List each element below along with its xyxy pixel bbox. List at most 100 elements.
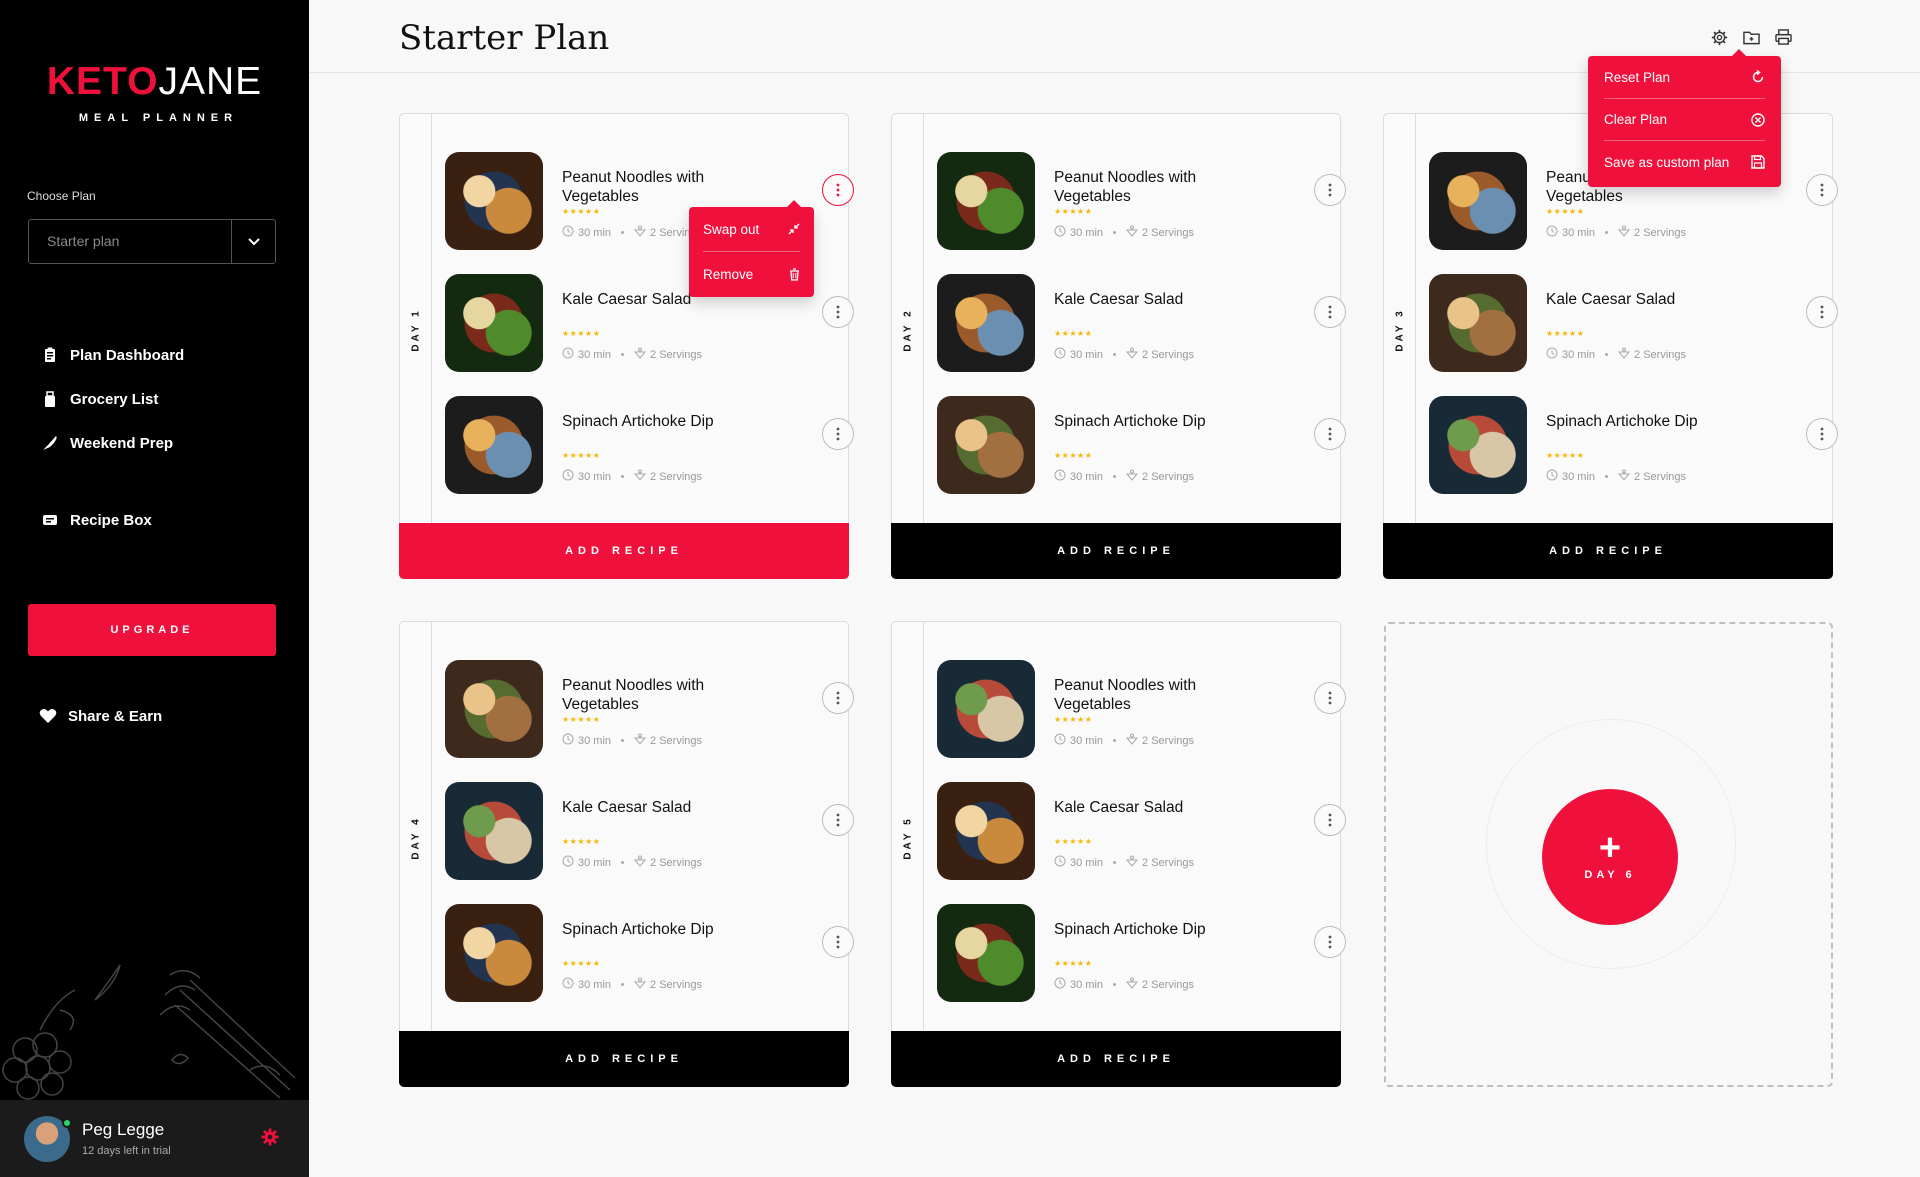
add-recipe-button[interactable]: ADD RECIPE	[399, 1031, 849, 1087]
recipe-options-button[interactable]	[1314, 682, 1346, 714]
sidebar-item-label: Plan Dashboard	[70, 346, 185, 364]
recipe-row[interactable]: Spinach Artichoke Dip ★★★★★ 30 min 2 Servin…	[937, 904, 1346, 1004]
servings: 2 Servings	[1142, 978, 1195, 991]
recipe-row[interactable]: Kale Caesar Salad ★★★★★ 30 min 2 Servings	[445, 782, 854, 882]
recipe-photo[interactable]	[937, 782, 1035, 880]
print-icon[interactable]	[1774, 28, 1792, 46]
recipe-options-button[interactable]	[1314, 418, 1346, 450]
cook-time: 30 min	[1070, 348, 1104, 361]
day-label-strip: DAY 5	[892, 622, 924, 1031]
recipe-row[interactable]: Kale Caesar Salad ★★★★★ 30 min 2 Servings	[937, 782, 1346, 882]
recipe-options-button[interactable]	[822, 682, 854, 714]
recipe-title[interactable]: Spinach Artichoke Dip	[562, 920, 732, 939]
recipe-photo[interactable]	[445, 274, 543, 372]
add-recipe-button[interactable]: ADD RECIPE	[1383, 523, 1833, 579]
add-day-button[interactable]: + DAY 6	[1542, 789, 1678, 925]
recipe-options-button[interactable]	[1314, 926, 1346, 958]
recipe-photo[interactable]	[445, 152, 543, 250]
servings-icon	[1125, 977, 1139, 992]
recipe-photo[interactable]	[937, 904, 1035, 1002]
recipe-photo[interactable]	[937, 152, 1035, 250]
add-folder-icon[interactable]	[1742, 28, 1760, 46]
plan-select[interactable]: Starter plan	[28, 219, 276, 264]
add-recipe-button[interactable]: ADD RECIPE	[891, 1031, 1341, 1087]
cook-time: 30 min	[1070, 470, 1104, 483]
recipe-options-button[interactable]	[822, 296, 854, 328]
rating-stars: ★★★★★	[562, 959, 601, 968]
recipe-title[interactable]: Kale Caesar Salad	[562, 798, 732, 817]
add-recipe-button[interactable]: ADD RECIPE	[399, 523, 849, 579]
trash-icon	[790, 267, 799, 281]
online-status-dot	[62, 1117, 72, 1128]
recipe-title[interactable]: Peanut Noodles with Vegetables	[1054, 676, 1224, 714]
sidebar-item-recipe-box[interactable]: Recipe Box	[40, 510, 152, 530]
recipe-title[interactable]: Spinach Artichoke Dip	[562, 412, 732, 431]
plan-select-value: Starter plan	[47, 233, 120, 249]
add-recipe-button[interactable]: ADD RECIPE	[891, 523, 1341, 579]
recipe-photo[interactable]	[445, 660, 543, 758]
recipe-row[interactable]: Peanut Noodles with Vegetables★★★★★ 30 mi…	[937, 152, 1346, 252]
servings: 2 Servings	[650, 470, 703, 483]
recipe-title[interactable]: Peanut Noodles with Vegetables	[562, 676, 732, 714]
recipe-photo[interactable]	[937, 396, 1035, 494]
sidebar-item-grocery-list[interactable]: Grocery List	[40, 389, 158, 409]
recipe-title[interactable]: Kale Caesar Salad	[1054, 290, 1224, 309]
recipe-photo[interactable]	[445, 396, 543, 494]
swap-out-menu-item[interactable]: Swap out	[703, 207, 800, 251]
recipe-title[interactable]: Spinach Artichoke Dip	[1546, 412, 1716, 431]
clock-icon	[1054, 347, 1066, 362]
recipe-photo[interactable]	[937, 660, 1035, 758]
recipe-photo[interactable]	[937, 274, 1035, 372]
more-vertical-icon	[1820, 305, 1824, 319]
recipe-title[interactable]: Kale Caesar Salad	[1546, 290, 1716, 309]
upgrade-button[interactable]: UPGRADE	[28, 604, 276, 656]
recipe-row[interactable]: Spinach Artichoke Dip ★★★★★ 30 min 2 Servin…	[937, 396, 1346, 496]
recipe-row[interactable]: Peanut Noodles with Vegetables★★★★★ 30 mi…	[445, 660, 854, 760]
logo[interactable]: KETOJANE MEAL PLANNER	[0, 62, 309, 125]
avatar[interactable]	[24, 1115, 72, 1162]
recipe-options-button[interactable]	[1314, 804, 1346, 836]
recipe-title[interactable]: Spinach Artichoke Dip	[1054, 920, 1224, 939]
save-custom-plan-menu-item[interactable]: Save as custom plan	[1604, 141, 1765, 183]
recipe-options-button[interactable]	[1314, 296, 1346, 328]
recipe-options-button[interactable]	[822, 804, 854, 836]
recipe-options-button[interactable]	[1806, 174, 1838, 206]
recipe-row[interactable]: Kale Caesar Salad ★★★★★ 30 min 2 Servings	[937, 274, 1346, 374]
plan-select-toggle[interactable]	[231, 220, 275, 263]
recipe-title[interactable]: Spinach Artichoke Dip	[1054, 412, 1224, 431]
recipe-photo[interactable]	[1429, 396, 1527, 494]
user-settings-gear-icon[interactable]	[261, 1128, 279, 1151]
share-and-earn-link[interactable]: Share & Earn	[38, 706, 162, 726]
recipe-options-button[interactable]	[1806, 296, 1838, 328]
recipe-options-button[interactable]	[822, 926, 854, 958]
day-label-strip: DAY 3	[1384, 114, 1416, 523]
sidebar-item-weekend-prep[interactable]: Weekend Prep	[40, 433, 173, 453]
recipe-options-button[interactable]	[822, 174, 854, 206]
recipe-photo[interactable]	[1429, 274, 1527, 372]
clear-plan-menu-item[interactable]: Clear Plan	[1604, 99, 1765, 140]
recipe-row[interactable]: Spinach Artichoke Dip ★★★★★ 30 min 2 Servin…	[445, 904, 854, 1004]
recipe-options-button[interactable]	[1314, 174, 1346, 206]
recipe-title[interactable]: Kale Caesar Salad	[1054, 798, 1224, 817]
recipe-photo[interactable]	[445, 782, 543, 880]
sidebar-item-plan-dashboard[interactable]: Plan Dashboard	[40, 345, 184, 365]
remove-menu-item[interactable]: Remove	[703, 252, 800, 296]
servings: 2 Servings	[1634, 348, 1687, 361]
settings-gear-icon[interactable]	[1710, 28, 1728, 46]
recipe-context-menu: Swap out Remove	[689, 200, 814, 297]
sidebar-nav-share: Share & Earn	[38, 706, 162, 726]
recipe-row[interactable]: Kale Caesar Salad ★★★★★ 30 min 2 Servings	[1429, 274, 1838, 374]
recipe-title[interactable]: Peanut Noodles with Vegetables	[1054, 168, 1224, 206]
recipe-row[interactable]: Spinach Artichoke Dip ★★★★★ 30 min 2 Servin…	[1429, 396, 1838, 496]
meta-separator	[1113, 739, 1117, 742]
recipe-row[interactable]: Peanut Noodles with Vegetables★★★★★ 30 mi…	[937, 660, 1346, 760]
meta-separator	[1113, 861, 1117, 864]
more-vertical-icon	[1820, 183, 1824, 197]
recipe-options-button[interactable]	[1806, 418, 1838, 450]
recipe-row[interactable]: Spinach Artichoke Dip ★★★★★ 30 min 2 Servin…	[445, 396, 854, 496]
reset-plan-menu-item[interactable]: Reset Plan	[1604, 56, 1765, 98]
recipe-photo[interactable]	[445, 904, 543, 1002]
recipe-title[interactable]: Peanut Noodles with Vegetables	[562, 168, 732, 206]
recipe-options-button[interactable]	[822, 418, 854, 450]
recipe-photo[interactable]	[1429, 152, 1527, 250]
